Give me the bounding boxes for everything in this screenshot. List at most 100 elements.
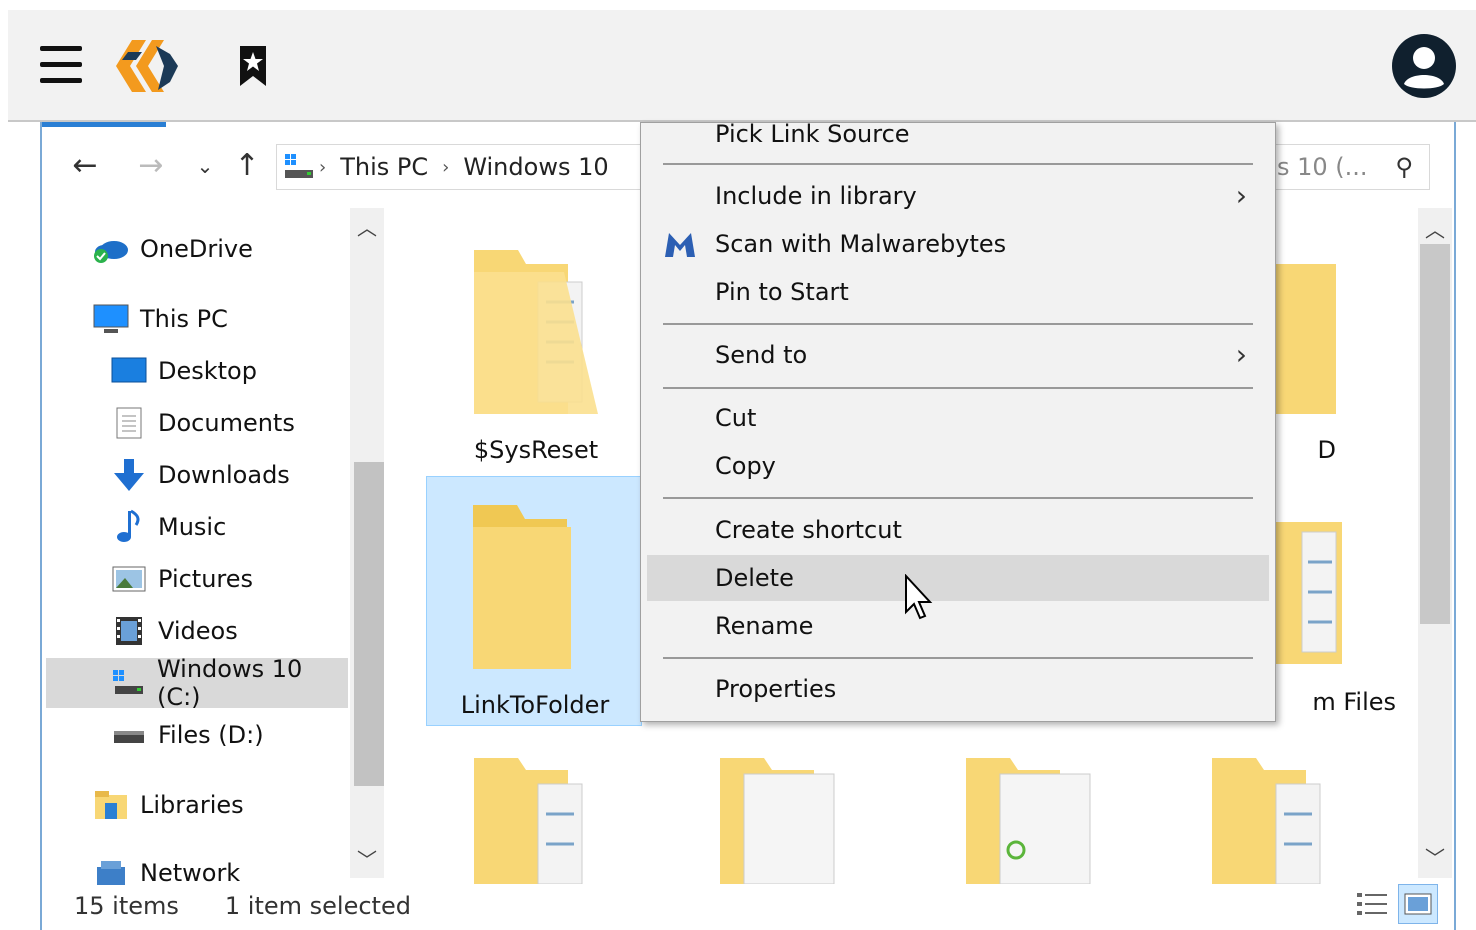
menu-item-copy[interactable]: Copy — [647, 443, 1269, 489]
menu-item-pick-link-source[interactable]: Pick Link Source — [647, 122, 1269, 157]
menu-item-label: Create shortcut — [715, 516, 902, 544]
folder-icon[interactable] — [1206, 754, 1346, 884]
sidebar-item-videos[interactable]: Videos — [110, 606, 238, 656]
menu-separator — [663, 497, 1253, 499]
file-name: $SysReset — [473, 436, 599, 464]
sidebar-item-label: Files (D:) — [158, 721, 264, 749]
scroll-down-icon[interactable]: ﹀ — [350, 844, 384, 873]
content-scrollbar[interactable]: ︿ ﹀ — [1418, 208, 1452, 878]
folder-icon[interactable] — [714, 754, 854, 884]
file-name: D — [1317, 436, 1336, 464]
scrollbar-thumb[interactable] — [1420, 244, 1450, 624]
menu-item-label: Rename — [715, 612, 814, 640]
menu-separator — [663, 323, 1253, 325]
sidebar-item-this-pc[interactable]: This PC — [92, 294, 228, 344]
sidebar-item-label: OneDrive — [140, 235, 253, 263]
menu-item-delete[interactable]: Delete — [647, 555, 1269, 601]
sidebar-item-label: Libraries — [140, 791, 244, 819]
breadcrumb-this-pc[interactable]: This PC — [340, 153, 428, 181]
account-circle-icon[interactable] — [1392, 34, 1456, 98]
file-item-linktofolder[interactable]: LinkToFolder — [426, 476, 642, 726]
sidebar-item-pictures[interactable]: Pictures — [110, 554, 253, 604]
app-logo-icon[interactable] — [106, 32, 186, 100]
this-pc-icon — [92, 302, 130, 336]
menu-item-properties[interactable]: Properties — [647, 666, 1269, 712]
menu-item-label: Scan with Malwarebytes — [715, 230, 1007, 258]
submenu-arrow-icon: › — [1235, 338, 1247, 371]
breadcrumb-windows-10[interactable]: Windows 10 — [463, 153, 608, 181]
menu-item-include-in-library[interactable]: Include in library › — [647, 173, 1269, 219]
file-name: LinkToFolder — [460, 691, 610, 719]
large-icons-view-icon[interactable] — [1398, 884, 1438, 924]
menu-item-send-to[interactable]: Send to › — [647, 332, 1269, 378]
forward-button[interactable]: → — [134, 148, 168, 184]
menu-item-create-shortcut[interactable]: Create shortcut — [647, 507, 1269, 553]
menu-item-cut[interactable]: Cut — [647, 395, 1269, 441]
file-item-partial-d[interactable]: D — [1276, 228, 1386, 472]
desktop-icon — [110, 354, 148, 388]
onedrive-icon — [92, 232, 130, 266]
menu-item-scan-malwarebytes[interactable]: Scan with Malwarebytes — [647, 221, 1269, 267]
downloads-icon — [110, 458, 148, 492]
libraries-icon — [92, 788, 130, 822]
item-count: 15 items — [74, 892, 179, 920]
pictures-icon — [110, 562, 148, 596]
drive-d-icon — [110, 718, 148, 752]
search-input[interactable]: s 10 (... ⚲ — [1272, 144, 1430, 190]
folder-icon[interactable] — [468, 754, 608, 884]
sidebar-item-label: Videos — [158, 617, 238, 645]
menu-item-label: Delete — [715, 564, 794, 592]
sidebar-item-windows-c[interactable]: Windows 10 (C:) — [46, 655, 348, 711]
menu-item-label: Send to — [715, 341, 808, 369]
sidebar-item-desktop[interactable]: Desktop — [110, 346, 257, 396]
scrollbar-thumb[interactable] — [354, 462, 384, 786]
sidebar-item-libraries[interactable]: Libraries — [92, 780, 244, 830]
documents-icon — [110, 406, 148, 440]
menu-item-rename[interactable]: Rename — [647, 603, 1269, 649]
menu-item-label: Pin to Start — [715, 278, 849, 306]
file-item-program-files[interactable]: m Files — [1276, 492, 1406, 726]
sidebar-item-label: Windows 10 (C:) — [156, 655, 303, 711]
folder-icon — [1276, 522, 1342, 664]
sidebar-item-label: Desktop — [158, 357, 257, 385]
navigation-pane-scrollbar[interactable]: ︿ ﹀ — [350, 208, 384, 878]
sidebar-item-documents[interactable]: Documents — [110, 398, 295, 448]
recent-locations-button[interactable]: ⌄ — [188, 148, 222, 184]
network-icon — [92, 856, 130, 888]
mouse-pointer-icon — [905, 574, 933, 620]
address-bar[interactable]: › This PC › Windows 10 — [276, 144, 656, 190]
sidebar-item-onedrive[interactable]: OneDrive — [92, 224, 253, 274]
hamburger-icon[interactable] — [40, 46, 82, 84]
folder-icon[interactable] — [960, 754, 1100, 884]
search-icon: ⚲ — [1395, 153, 1413, 181]
folder-icon — [473, 505, 571, 669]
back-button[interactable]: ← — [68, 148, 102, 184]
drive-icon — [285, 154, 313, 178]
ribbon-tab-indicator — [42, 122, 166, 127]
menu-item-label: Include in library — [715, 182, 917, 210]
up-button[interactable]: ↑ — [230, 148, 264, 184]
view-toggle — [1352, 884, 1438, 924]
file-name: m Files — [1312, 688, 1396, 716]
scroll-up-icon[interactable]: ︿ — [1418, 214, 1452, 243]
scroll-up-icon[interactable]: ︿ — [350, 212, 384, 241]
sidebar-item-music[interactable]: Music — [110, 502, 226, 552]
sidebar-item-network[interactable]: Network — [92, 848, 240, 888]
search-placeholder: s 10 (... — [1277, 153, 1368, 181]
menu-item-label: Properties — [715, 675, 837, 703]
sidebar-item-downloads[interactable]: Downloads — [110, 450, 290, 500]
sidebar-item-label: Documents — [158, 409, 295, 437]
folder-icon — [1276, 264, 1336, 414]
file-item-sysreset[interactable]: $SysReset — [428, 228, 644, 472]
menu-item-label: Cut — [715, 404, 757, 432]
navigation-pane: OneDrive This PC Desktop Documents Downl… — [42, 208, 348, 888]
menu-item-pin-to-start[interactable]: Pin to Start — [647, 269, 1269, 315]
sidebar-item-files-d[interactable]: Files (D:) — [110, 710, 264, 760]
menu-item-label: Pick Link Source — [715, 122, 910, 148]
breadcrumb-separator: › — [442, 156, 450, 178]
malwarebytes-icon — [665, 233, 695, 257]
sidebar-item-label: This PC — [140, 305, 228, 333]
scroll-down-icon[interactable]: ﹀ — [1418, 842, 1452, 871]
details-view-icon[interactable] — [1352, 884, 1392, 924]
bookmark-star-icon[interactable] — [238, 46, 268, 86]
